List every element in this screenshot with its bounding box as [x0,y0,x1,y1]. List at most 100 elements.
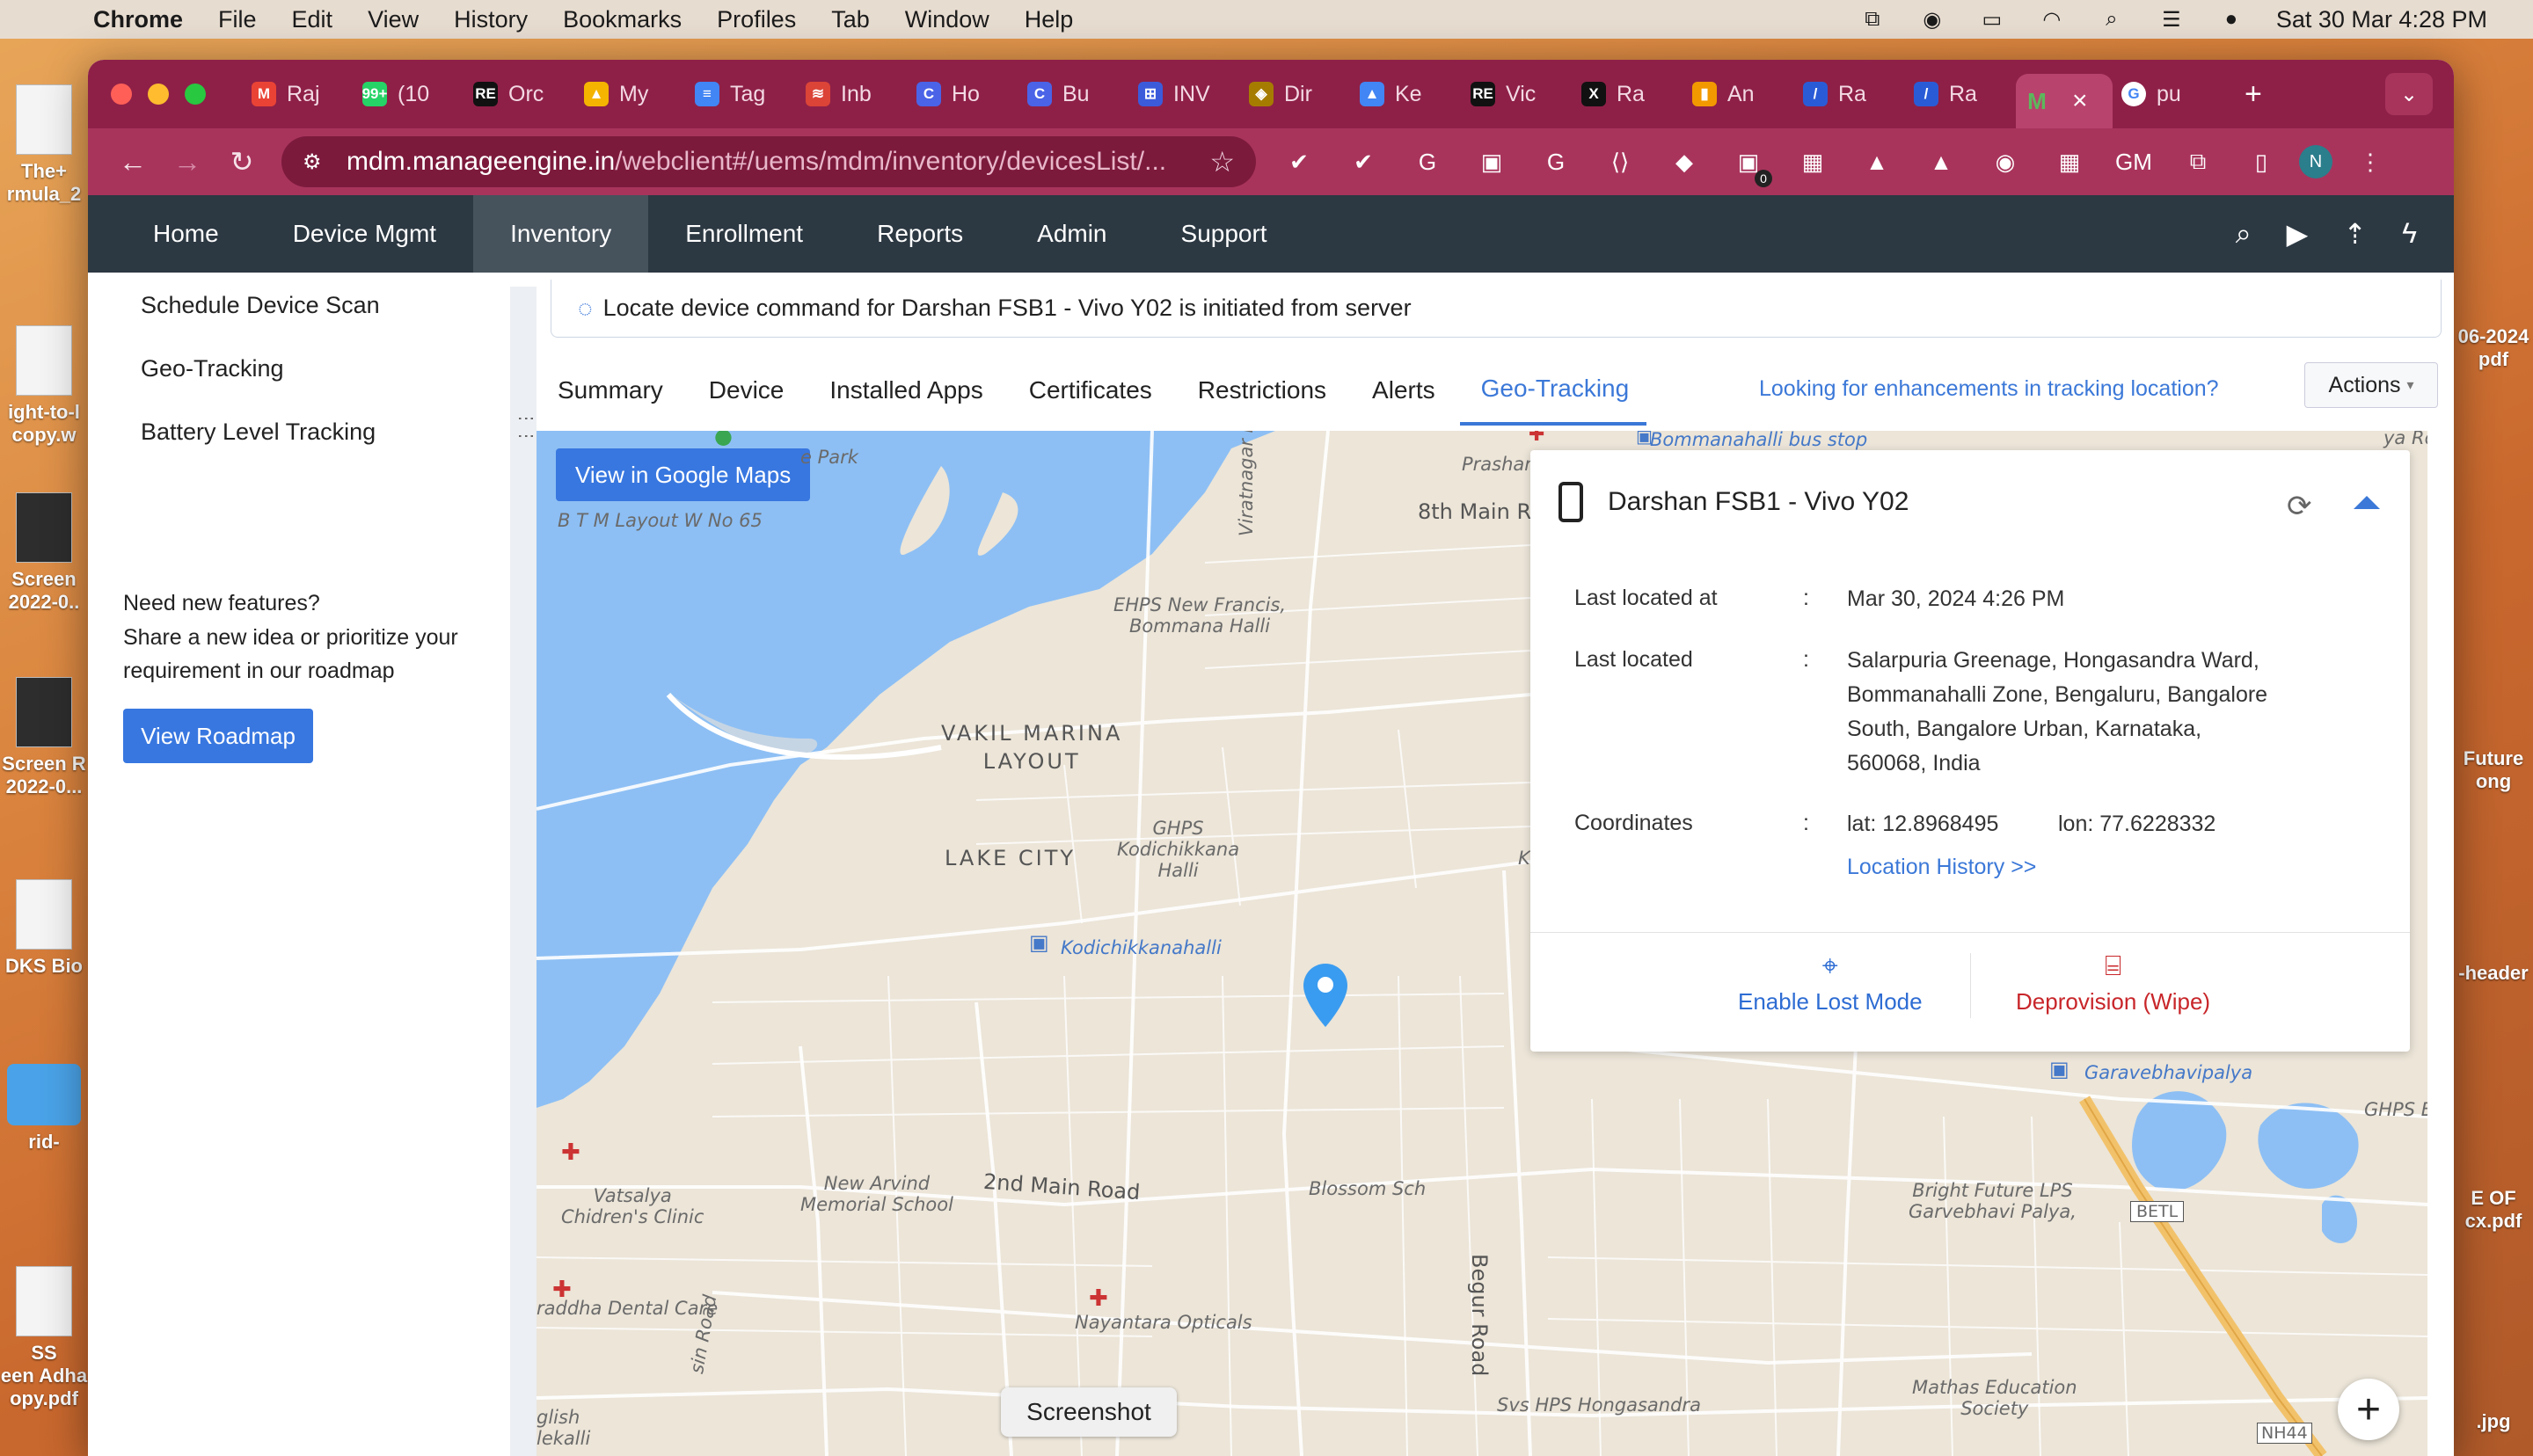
browser-tab[interactable]: ⊞ INV [1129,70,1240,118]
side-panel-icon[interactable]: ▯ [2243,143,2280,180]
browser-tab[interactable]: ▲ Ke [1351,70,1462,118]
enhancement-link[interactable]: Looking for enhancements in tracking loc… [1759,376,2219,402]
bookmark-star-icon[interactable]: ☆ [1209,145,1235,178]
browser-tab[interactable]: ≡ Tag [686,70,797,118]
desktop-file[interactable]: Screen R 2022-0... [0,677,88,798]
refresh-icon[interactable]: ⟳ [2287,489,2312,524]
nav-inventory[interactable]: Inventory [473,195,649,273]
location-history-link[interactable]: Location History >> [1847,855,2036,880]
minimize-window-button[interactable] [148,84,169,105]
video-icon[interactable]: ▶ [2287,217,2309,251]
desktop-file[interactable]: -header [2454,962,2533,985]
browser-tab[interactable]: C Bu [1018,70,1129,118]
menu-app-name[interactable]: Chrome [93,6,183,33]
active-tab[interactable]: M × [2016,74,2113,128]
extension-icon[interactable]: ▲ [1858,143,1895,180]
browser-tab[interactable]: C Ho [908,70,1018,118]
reload-icon[interactable]: ↻ [215,145,269,178]
menu-window[interactable]: Window [905,6,989,33]
browser-tab[interactable]: ≋ Inb [797,70,908,118]
tab-alerts[interactable]: Alerts [1351,355,1453,426]
extension-icon[interactable]: ▦ [2051,143,2088,180]
rocket-icon[interactable]: ⇡ [2343,217,2367,251]
browser-tab[interactable]: G pu [2113,70,2223,118]
site-info-icon[interactable]: ⚙ [303,149,327,174]
nav-enrollment[interactable]: Enrollment [648,195,840,273]
forward-arrow-icon[interactable]: → [160,146,215,178]
sidebar-link-geo-tracking[interactable]: Geo-Tracking [141,355,284,382]
extension-icon[interactable]: G [1537,143,1574,180]
browser-tab[interactable]: RE Orc [464,70,575,118]
extension-icon[interactable]: ◉ [1987,143,2024,180]
desktop-folder[interactable]: rid- [0,1064,88,1154]
extension-icon[interactable]: ⧉ [2179,143,2216,180]
desktop-file[interactable]: The+ rmula_2 [0,84,88,206]
desktop-file[interactable]: Screen 2022-0.. [0,492,88,614]
desktop-file[interactable]: ight-to-l copy.w [0,325,88,447]
address-bar[interactable]: ⚙ mdm.manageengine.in /webclient#/uems/m… [281,136,1256,187]
new-tab-button[interactable]: + [2245,77,2262,112]
siri-icon[interactable]: ● [2216,7,2246,31]
browser-tab[interactable]: 99+ (10 [354,70,464,118]
lightning-icon[interactable]: ϟ [2402,217,2417,251]
browser-tab[interactable]: RE Vic [1462,70,1573,118]
extension-icon[interactable]: G [1409,143,1446,180]
extension-icon[interactable]: ▲ [1923,143,1960,180]
close-window-button[interactable] [111,84,132,105]
map-zoom-in-button[interactable]: + [2338,1379,2399,1440]
close-tab-icon[interactable]: × [2072,86,2088,116]
deprovision-wipe-button[interactable]: ⌸ Deprovision (Wipe) [2016,950,2210,1016]
menu-profiles[interactable]: Profiles [717,6,796,33]
resize-handle-icon[interactable]: ⋮⋮ [515,410,537,445]
extension-icon[interactable]: ▣ [1473,143,1510,180]
battery-icon[interactable]: ▭ [1977,8,2007,32]
browser-tab[interactable]: ▮ An [1683,70,1794,118]
search-icon[interactable]: ⌕ [2236,217,2252,251]
menubar-datetime[interactable]: Sat 30 Mar 4:28 PM [2276,6,2487,33]
menu-tab[interactable]: Tab [831,6,870,33]
sidebar-link-schedule-scan[interactable]: Schedule Device Scan [141,292,380,319]
sidebar-link-battery-tracking[interactable]: Battery Level Tracking [141,419,376,446]
desktop-file[interactable]: E OF cx.pdf [2454,1187,2533,1233]
collapse-caret-icon[interactable] [2354,496,2380,509]
desktop-file[interactable]: DKS Bio [0,879,88,978]
browser-tab[interactable]: M Raj [243,70,354,118]
actions-dropdown[interactable]: Actions ▾ [2304,362,2438,408]
browser-tab[interactable]: / Ra [1905,70,2016,118]
tab-device[interactable]: Device [688,355,802,426]
tab-restrictions[interactable]: Restrictions [1177,355,1344,426]
extension-icon[interactable]: ▣ 0 [1730,143,1772,187]
menu-bookmarks[interactable]: Bookmarks [563,6,682,33]
nav-reports[interactable]: Reports [840,195,1000,273]
browser-tab[interactable]: / Ra [1794,70,1905,118]
tab-installed-apps[interactable]: Installed Apps [808,355,1000,426]
menu-file[interactable]: File [218,6,257,33]
extension-icon[interactable]: ▦ [1794,143,1831,180]
panel-divider[interactable] [510,287,537,1456]
extension-icon[interactable]: ✔ [1281,143,1318,180]
menu-history[interactable]: History [454,6,528,33]
enable-lost-mode-button[interactable]: ⌖ Enable Lost Mode [1738,950,1923,1016]
desktop-file[interactable]: 06-2024 pdf [2454,325,2533,371]
user-account-icon[interactable]: ◉ [1917,8,1947,32]
control-center-icon[interactable]: ☰ [2157,8,2186,32]
browser-tab[interactable]: X Ra [1573,70,1683,118]
menu-edit[interactable]: Edit [292,6,333,33]
browser-tab[interactable]: ▲ My [575,70,686,118]
desktop-file[interactable]: .jpg [2454,1410,2533,1433]
menu-view[interactable]: View [368,6,419,33]
desktop-file[interactable]: Future ong [2454,747,2533,793]
view-in-google-maps-button[interactable]: View in Google Maps [556,448,811,501]
back-arrow-icon[interactable]: ← [106,146,160,178]
tab-certificates[interactable]: Certificates [1008,355,1170,426]
nav-support[interactable]: Support [1144,195,1304,273]
menu-help[interactable]: Help [1025,6,1074,33]
tab-geo-tracking[interactable]: Geo-Tracking [1459,355,1647,426]
wifi-icon[interactable]: ◠ [2037,8,2067,32]
map-view[interactable]: View in Google Maps e Park B T M Layout … [537,431,2427,1456]
tab-search-button[interactable]: ⌄ [2385,73,2433,115]
extension-icon[interactable]: ◆ [1666,143,1703,180]
screen-mirror-icon[interactable]: ⧉ [1858,7,1887,31]
view-roadmap-button[interactable]: View Roadmap [123,709,313,763]
profile-avatar[interactable]: N [2299,145,2332,178]
